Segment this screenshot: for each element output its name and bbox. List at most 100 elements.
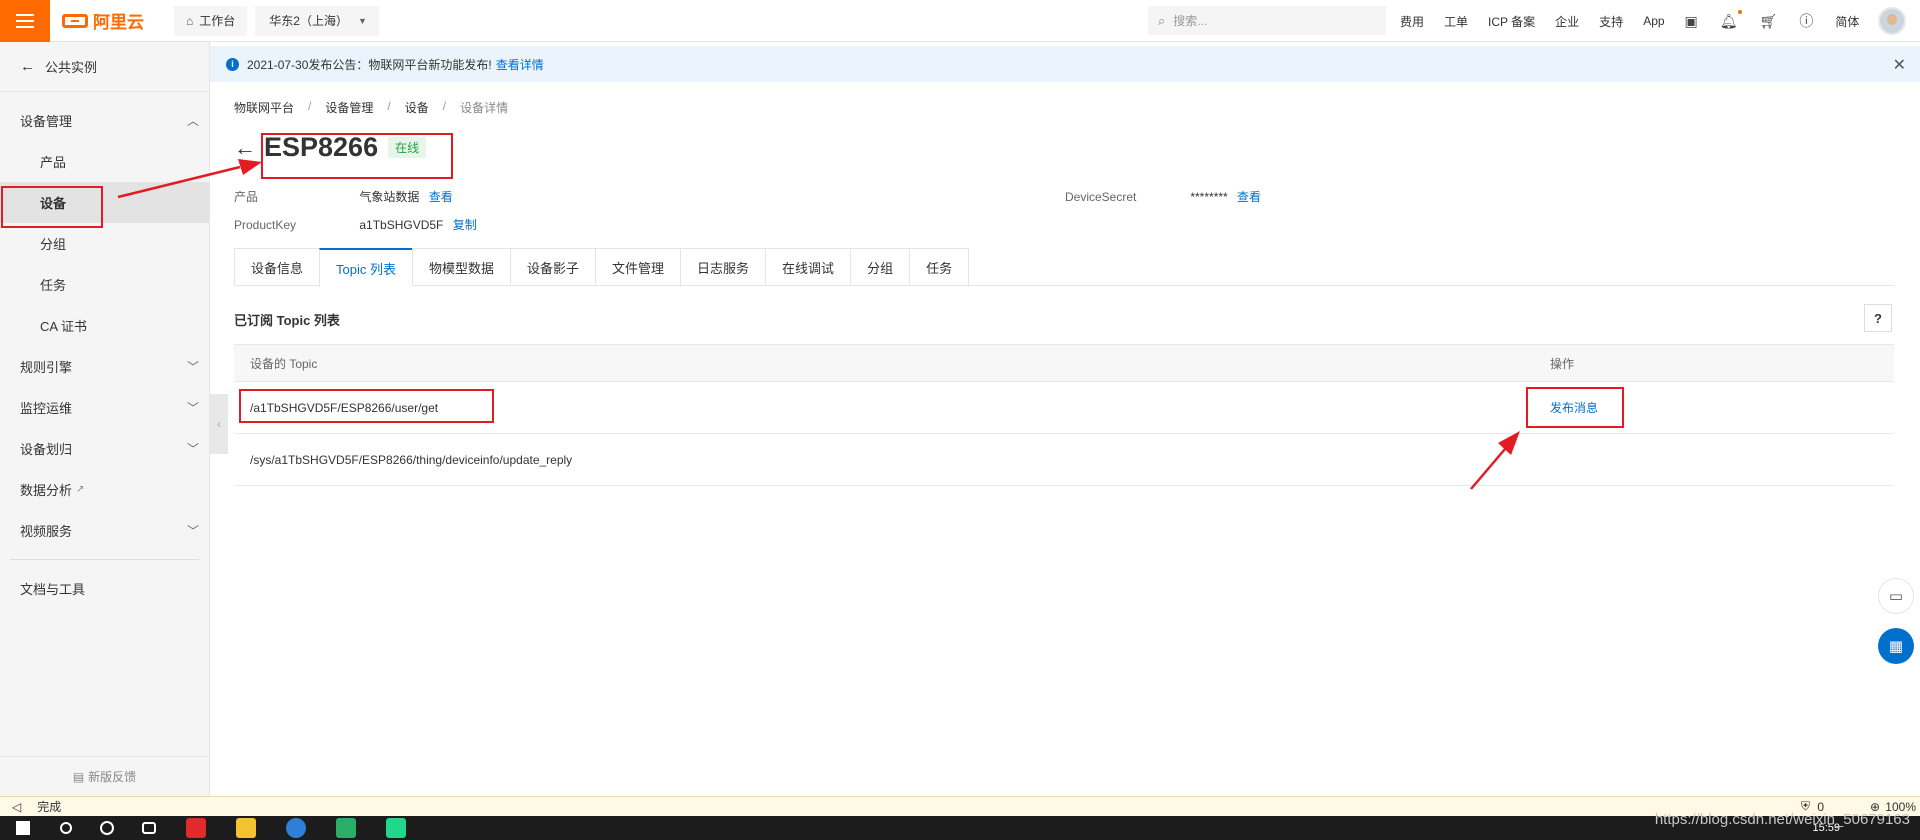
prop-product-view-link[interactable]: 查看 (429, 190, 453, 204)
prop-devicesecret-value: ******** (1190, 190, 1228, 204)
breadcrumb-separator: / (387, 99, 391, 113)
breadcrumb-device-management[interactable]: 设备管理 (325, 99, 373, 116)
chevron-down-icon: ﹀ (186, 401, 199, 415)
sidebar-group-device-management[interactable]: 设备管理 ︿ (0, 100, 209, 141)
nav-icp[interactable]: ICP 备案 (1488, 13, 1535, 30)
sidebar-group-rule-engine[interactable]: 规则引擎 ﹀ (0, 346, 209, 387)
sidebar-item-docs-tools[interactable]: 文档与工具 (0, 568, 209, 609)
file-explorer-icon[interactable] (236, 818, 256, 838)
prop-devicesecret-view-link[interactable]: 查看 (1237, 190, 1261, 204)
prop-product: 产品 气象站数据 查看 (234, 188, 453, 205)
search-input[interactable]: ⌕ 搜索... (1148, 6, 1386, 35)
feedback-icon: ▤ (72, 769, 85, 784)
tab-thing-model-data[interactable]: 物模型数据 (411, 248, 510, 286)
sidebar-group-video[interactable]: 视频服务 ﹀ (0, 510, 209, 551)
back-arrow-icon[interactable]: ← (234, 135, 256, 161)
sidebar-item-group[interactable]: 分组 (0, 223, 209, 264)
external-link-icon: ↗ (76, 484, 85, 495)
brand-name: 阿里云 (93, 13, 144, 32)
sidebar-collapse-handle[interactable]: ‹ (210, 394, 228, 454)
sidebar-item-data-analysis[interactable]: 数据分析 ↗ (0, 469, 209, 510)
sidebar-group-label: 视频服务 (20, 524, 73, 539)
col-header-action: 操作 (1550, 356, 1575, 371)
help-button[interactable]: ? (1864, 304, 1892, 332)
region-selector[interactable]: 华东2（上海） ▼ (255, 5, 379, 36)
user-avatar[interactable] (1878, 7, 1906, 35)
prop-productkey-copy-link[interactable]: 复制 (453, 218, 477, 232)
tab-task[interactable]: 任务 (909, 248, 970, 286)
terminal-icon[interactable]: ▣ (1685, 13, 1698, 30)
tab-file-management[interactable]: 文件管理 (595, 248, 681, 286)
annotation-box-topic (239, 389, 494, 423)
tab-online-debug[interactable]: 在线调试 (765, 248, 851, 286)
chevron-down-icon: ﹀ (186, 442, 199, 456)
tab-topic-list[interactable]: Topic 列表 (319, 248, 412, 287)
sidebar-group-label: 规则引擎 (20, 360, 73, 375)
nav-fees[interactable]: 费用 (1400, 13, 1424, 30)
breadcrumb-device-detail: 设备详情 (460, 101, 509, 115)
breadcrumb-separator: / (442, 99, 447, 113)
table-row: /sys/a1TbSHGVD5F/ESP8266/thing/deviceinf… (234, 434, 1894, 486)
sidebar-item-ca-cert[interactable]: CA 证书 (0, 305, 209, 346)
sidebar-group-label: 设备管理 (20, 114, 73, 129)
sidebar-item-task[interactable]: 任务 (0, 264, 209, 305)
nav-app[interactable]: App (1643, 14, 1664, 28)
breadcrumb-device[interactable]: 设备 (405, 99, 429, 116)
nav-enterprise[interactable]: 企业 (1555, 13, 1579, 30)
cortana-icon[interactable] (100, 821, 114, 835)
prop-productkey: ProductKey a1TbSHGVD5F 复制 (234, 216, 477, 233)
chevron-down-icon: ﹀ (186, 360, 199, 374)
sidebar: ← 公共实例 设备管理 ︿ 产品 设备 分组 任务 CA 证书 规则引擎 ﹀ 监… (0, 42, 210, 796)
prop-devicesecret: DeviceSecret ******** 查看 (1065, 188, 1261, 205)
close-icon[interactable]: ✕ (1893, 55, 1906, 75)
annotation-box-device-name (261, 133, 453, 179)
pycharm-icon[interactable] (386, 818, 406, 838)
back-to-instance[interactable]: ← 公共实例 (0, 42, 209, 92)
detail-tabs: 设备信息 Topic 列表 物模型数据 设备影子 文件管理 日志服务 在线调试 … (234, 248, 1894, 287)
tab-device-shadow[interactable]: 设备影子 (510, 248, 596, 286)
workbench-button[interactable]: ⌂ 工作台 (174, 5, 248, 36)
aliyun-logo-icon (62, 13, 88, 28)
feedback-label: 新版反馈 (88, 770, 137, 784)
workbench-label: 工作台 (199, 14, 236, 28)
announcement-link[interactable]: 查看详情 (496, 56, 544, 73)
tab-log-service[interactable]: 日志服务 (680, 248, 766, 286)
breadcrumb-iot-platform[interactable]: 物联网平台 (234, 99, 294, 116)
tab-device-info[interactable]: 设备信息 (234, 248, 320, 286)
sidebar-group-label: 数据分析 (20, 483, 73, 498)
wechat-icon[interactable] (336, 818, 356, 838)
chat-float-button[interactable]: ▭ (1878, 578, 1914, 614)
tab-group[interactable]: 分组 (850, 248, 910, 286)
statusbar-toggle-icon[interactable]: ◁ (12, 800, 21, 814)
sidebar-group-monitoring[interactable]: 监控运维 ﹀ (0, 387, 209, 428)
windows-start-icon[interactable] (16, 821, 30, 835)
chevron-up-icon: ︿ (186, 114, 199, 128)
statusbar-text: 完成 (37, 800, 62, 814)
netease-music-icon[interactable] (186, 818, 206, 838)
search-icon: ⌕ (1158, 12, 1166, 28)
apps-float-button[interactable]: ▦ (1878, 628, 1914, 664)
sidebar-group-device-transfer[interactable]: 设备划归 ﹀ (0, 428, 209, 469)
sidebar-divider (10, 559, 199, 560)
cart-icon[interactable]: 🛒︎ (1760, 13, 1778, 30)
nav-ticket[interactable]: 工单 (1444, 13, 1468, 30)
aliyun-logo[interactable]: 阿里云 (62, 8, 166, 33)
topic-cell: /sys/a1TbSHGVD5F/ESP8266/thing/deviceinf… (250, 452, 573, 467)
section-title: 已订阅 Topic 列表 (234, 313, 340, 328)
arrow-left-icon: ← (20, 58, 35, 75)
feedback-button[interactable]: ▤ 新版反馈 (0, 756, 209, 796)
search-icon[interactable] (60, 822, 72, 834)
task-view-icon[interactable] (142, 822, 156, 834)
browser-icon[interactable] (286, 818, 306, 838)
sidebar-item-product[interactable]: 产品 (0, 141, 209, 182)
top-navbar: 阿里云 ⌂ 工作台 华东2（上海） ▼ ⌕ 搜索... 费用 工单 ICP 备案… (0, 0, 1920, 42)
nav-support[interactable]: 支持 (1599, 13, 1623, 30)
region-label: 华东2（上海） (269, 14, 348, 28)
prop-product-value: 气象站数据 (359, 190, 420, 204)
home-icon: ⌂ (186, 13, 194, 28)
os-taskbar: 15:59 (0, 816, 1920, 840)
hamburger-menu-button[interactable] (0, 0, 50, 42)
language-switch[interactable]: 简体 (1835, 13, 1859, 30)
bell-icon[interactable]: 🔔︎ (1720, 9, 1742, 30)
help-icon[interactable]: ⓘ (1799, 11, 1813, 31)
